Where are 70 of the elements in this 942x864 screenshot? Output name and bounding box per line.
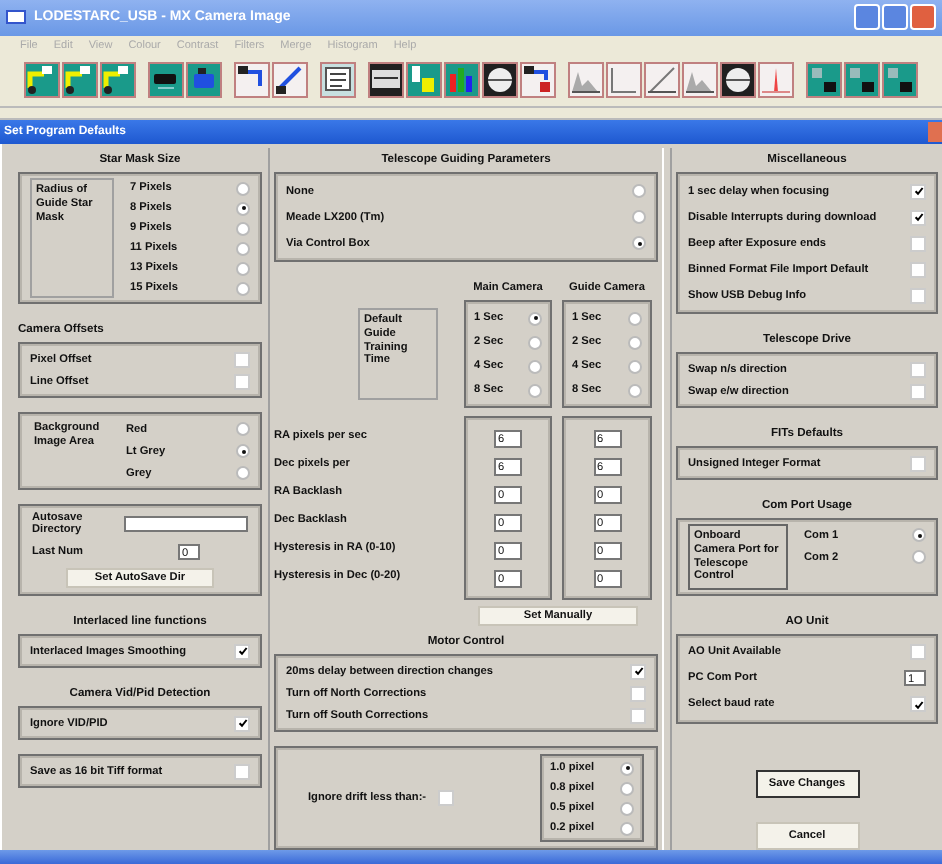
toolbar-button[interactable] (568, 62, 604, 99)
radio-button[interactable] (628, 311, 642, 326)
toolbar-button[interactable] (882, 62, 918, 99)
radio-button[interactable] (628, 359, 642, 374)
checkbox[interactable] (234, 763, 250, 780)
toolbar-button[interactable] (682, 62, 718, 99)
radio-button[interactable] (620, 801, 634, 816)
radio-button[interactable] (236, 181, 250, 196)
radio-button[interactable] (632, 210, 646, 225)
toolbar-button[interactable] (234, 62, 270, 99)
radio-button[interactable] (236, 241, 250, 256)
toolbar-button[interactable] (368, 62, 404, 99)
maximize-button[interactable] (882, 4, 908, 31)
radio-button[interactable] (632, 184, 646, 199)
toolbar-button[interactable] (644, 62, 680, 99)
radio-button[interactable] (628, 383, 642, 398)
toolbar-button[interactable] (100, 62, 136, 99)
radio-button[interactable] (236, 281, 250, 296)
checkbox[interactable] (630, 707, 646, 724)
checkbox[interactable] (234, 715, 250, 732)
checkbox[interactable] (630, 663, 646, 680)
radio-button[interactable] (620, 781, 634, 796)
checkbox[interactable] (910, 361, 926, 378)
checkbox[interactable] (910, 287, 926, 304)
checkbox[interactable] (910, 209, 926, 226)
radio-button[interactable] (236, 221, 250, 236)
checkbox[interactable] (910, 261, 926, 278)
toolbar-button[interactable] (444, 62, 480, 99)
checkbox[interactable] (234, 373, 250, 390)
close-button[interactable] (910, 4, 936, 31)
minimize-button[interactable] (854, 4, 880, 31)
toolbar-button[interactable] (844, 62, 880, 99)
radio-button[interactable] (620, 821, 634, 836)
checkbox[interactable] (630, 685, 646, 702)
toolbar-button[interactable] (186, 62, 222, 99)
window-icon (6, 10, 26, 25)
checkbox[interactable] (234, 643, 250, 660)
radio-button[interactable] (236, 422, 250, 437)
checkbox[interactable] (234, 351, 250, 368)
toolbar-button[interactable] (62, 62, 98, 99)
close-button[interactable] (928, 122, 942, 143)
radio-button[interactable] (620, 761, 634, 776)
radio-button[interactable] (236, 444, 250, 459)
checkbox[interactable] (910, 383, 926, 400)
radio-button[interactable] (528, 311, 542, 326)
checkbox[interactable] (910, 455, 926, 472)
toolbar-button[interactable] (520, 62, 556, 99)
input-field[interactable] (124, 516, 248, 533)
toolbar-button[interactable] (720, 62, 756, 99)
radio-button[interactable] (528, 383, 542, 398)
radio-button[interactable] (632, 236, 646, 251)
toolbar-button[interactable] (806, 62, 842, 99)
toolbar-button[interactable] (272, 62, 308, 99)
toolbar-button[interactable] (24, 62, 60, 99)
checkbox[interactable] (910, 644, 926, 661)
toolbar-button[interactable] (320, 62, 356, 99)
toolbar-button[interactable] (148, 62, 184, 99)
radio-button[interactable] (236, 201, 250, 216)
toolbar-button[interactable] (482, 62, 518, 99)
radio-button[interactable] (912, 550, 926, 565)
radio-button[interactable] (528, 359, 542, 374)
radio-button[interactable] (628, 335, 642, 350)
checkbox[interactable] (910, 696, 926, 713)
radio-button[interactable] (236, 466, 250, 481)
radio-button[interactable] (528, 335, 542, 350)
checkbox[interactable] (910, 235, 926, 252)
radio-button[interactable] (912, 528, 926, 543)
checkbox[interactable] (910, 183, 926, 200)
radio-button[interactable] (236, 261, 250, 276)
checkbox[interactable] (438, 790, 455, 807)
